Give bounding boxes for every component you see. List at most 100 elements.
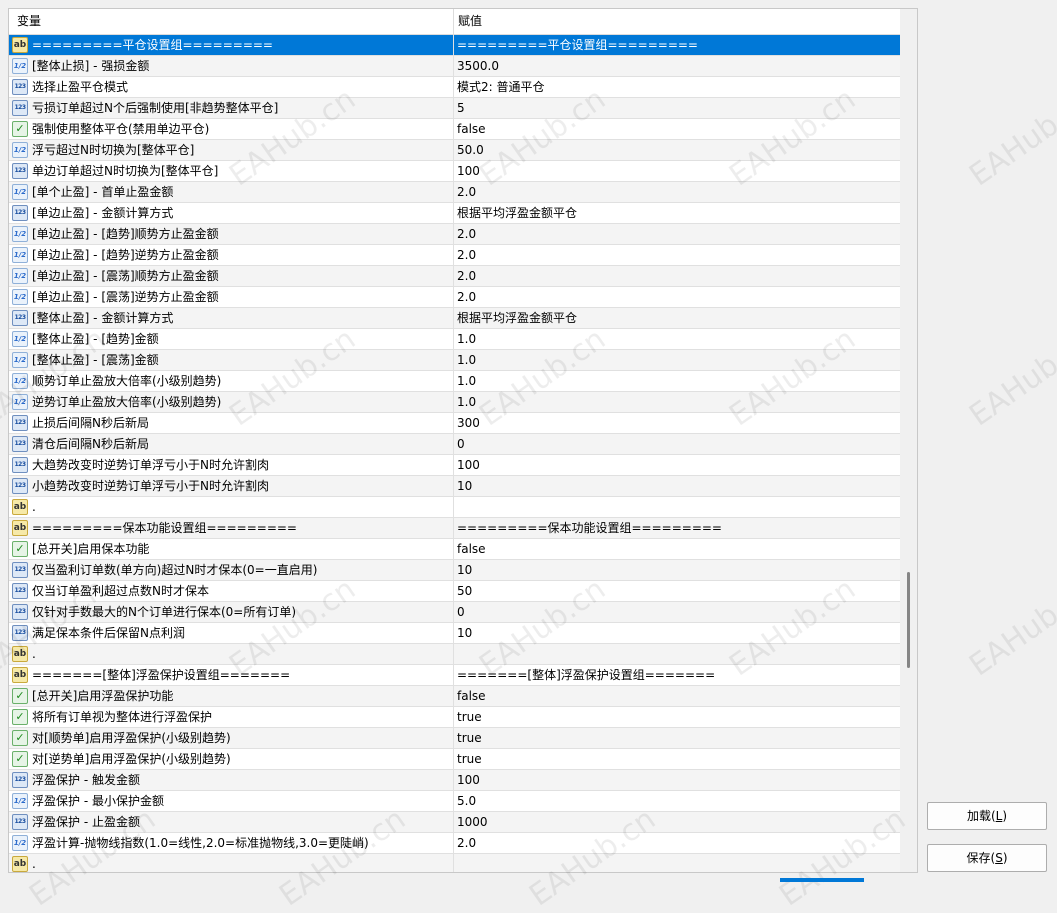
value-cell[interactable]: 根据平均浮盈金额平仓 xyxy=(454,203,577,223)
parameter-row[interactable]: ab =========平仓设置组========= =========平仓设置组=… xyxy=(9,35,900,56)
variable-cell[interactable]: 123 仅当订单盈利超过点数N时才保本 xyxy=(9,581,454,601)
variable-cell[interactable]: 1/2 浮亏超过N时切换为[整体平仓] xyxy=(9,140,454,160)
variable-cell[interactable]: ab =========平仓设置组========= xyxy=(9,35,454,55)
value-cell[interactable] xyxy=(454,854,457,872)
value-cell[interactable]: =========保本功能设置组========= xyxy=(454,518,722,538)
header-variable[interactable]: 变量 xyxy=(17,9,41,34)
parameter-row[interactable]: ✓ [总开关]启用浮盈保护功能 false xyxy=(9,686,900,707)
variable-cell[interactable]: 123 仅针对手数最大的N个订单进行保本(0=所有订单) xyxy=(9,602,454,622)
value-cell[interactable]: 5 xyxy=(454,98,465,118)
parameter-row[interactable]: 123 清仓后间隔N秒后新局 0 xyxy=(9,434,900,455)
parameter-row[interactable]: ✓ 对[顺势单]启用浮盈保护(小级别趋势) true xyxy=(9,728,900,749)
vertical-scrollbar[interactable] xyxy=(900,9,917,872)
variable-cell[interactable]: ✓ 将所有订单视为整体进行浮盈保护 xyxy=(9,707,454,727)
header-value[interactable]: 赋值 xyxy=(458,9,482,34)
save-button[interactable]: 保存(S) xyxy=(927,844,1047,872)
parameter-row[interactable]: ✓ 对[逆势单]启用浮盈保护(小级别趋势) true xyxy=(9,749,900,770)
variable-cell[interactable]: 1/2 逆势订单止盈放大倍率(小级别趋势) xyxy=(9,392,454,412)
value-cell[interactable]: 1.0 xyxy=(454,329,476,349)
variable-cell[interactable]: 123 大趋势改变时逆势订单浮亏小于N时允许割肉 xyxy=(9,455,454,475)
variable-cell[interactable]: 1/2 [单边止盈] - [震荡]逆势方止盈金额 xyxy=(9,287,454,307)
value-cell[interactable] xyxy=(454,497,457,517)
value-cell[interactable]: 2.0 xyxy=(454,245,476,265)
variable-cell[interactable]: ✓ 对[顺势单]启用浮盈保护(小级别趋势) xyxy=(9,728,454,748)
value-cell[interactable]: false xyxy=(454,686,486,706)
parameter-row[interactable]: 123 选择止盈平仓模式 模式2: 普通平仓 xyxy=(9,77,900,98)
scrollbar-thumb[interactable] xyxy=(907,572,910,668)
parameter-row[interactable]: ab =========保本功能设置组========= =========保本功能… xyxy=(9,518,900,539)
parameter-row[interactable]: 123 满足保本条件后保留N点利润 10 xyxy=(9,623,900,644)
value-cell[interactable]: =========平仓设置组========= xyxy=(454,35,698,55)
load-button[interactable]: 加载(L) xyxy=(927,802,1047,830)
value-cell[interactable]: 1.0 xyxy=(454,371,476,391)
parameter-row[interactable]: 123 仅当订单盈利超过点数N时才保本 50 xyxy=(9,581,900,602)
value-cell[interactable]: 10 xyxy=(454,623,472,643)
variable-cell[interactable]: ab =======[整体]浮盈保护设置组======= xyxy=(9,665,454,685)
parameter-row[interactable]: 123 小趋势改变时逆势订单浮亏小于N时允许割肉 10 xyxy=(9,476,900,497)
value-cell[interactable]: false xyxy=(454,119,486,139)
variable-cell[interactable]: 123 仅当盈利订单数(单方向)超过N时才保本(0=一直启用) xyxy=(9,560,454,580)
variable-cell[interactable]: 1/2 浮盈保护 - 最小保护金额 xyxy=(9,791,454,811)
parameter-row[interactable]: 1/2 顺势订单止盈放大倍率(小级别趋势) 1.0 xyxy=(9,371,900,392)
value-cell[interactable]: 模式2: 普通平仓 xyxy=(454,77,545,97)
parameter-row[interactable]: ✓ [总开关]启用保本功能 false xyxy=(9,539,900,560)
parameter-row[interactable]: 1/2 逆势订单止盈放大倍率(小级别趋势) 1.0 xyxy=(9,392,900,413)
variable-cell[interactable]: 1/2 [单边止盈] - [趋势]顺势方止盈金额 xyxy=(9,224,454,244)
value-cell[interactable]: 10 xyxy=(454,476,472,496)
variable-cell[interactable]: ✓ 强制使用整体平仓(禁用单边平仓) xyxy=(9,119,454,139)
variable-cell[interactable]: ab. xyxy=(9,497,454,517)
value-cell[interactable]: true xyxy=(454,728,482,748)
parameter-row[interactable]: 1/2 [单个止盈] - 首单止盈金额 2.0 xyxy=(9,182,900,203)
value-cell[interactable]: 2.0 xyxy=(454,287,476,307)
value-cell[interactable]: 100 xyxy=(454,455,480,475)
parameter-row[interactable]: ab =======[整体]浮盈保护设置组======= =======[整体]浮盈… xyxy=(9,665,900,686)
variable-cell[interactable]: 123 止损后间隔N秒后新局 xyxy=(9,413,454,433)
value-cell[interactable]: 2.0 xyxy=(454,182,476,202)
parameter-row[interactable]: 123 单边订单超过N时切换为[整体平仓] 100 xyxy=(9,161,900,182)
parameter-row[interactable]: 123 [整体止盈] - 金额计算方式 根据平均浮盈金额平仓 xyxy=(9,308,900,329)
variable-cell[interactable]: ab. xyxy=(9,854,454,872)
parameter-row[interactable]: ✓ 强制使用整体平仓(禁用单边平仓) false xyxy=(9,119,900,140)
parameter-row[interactable]: 123 浮盈保护 - 止盈金额 1000 xyxy=(9,812,900,833)
value-cell[interactable]: 0 xyxy=(454,602,465,622)
value-cell[interactable]: 2.0 xyxy=(454,833,476,853)
variable-cell[interactable]: 123 小趋势改变时逆势订单浮亏小于N时允许割肉 xyxy=(9,476,454,496)
variable-cell[interactable]: 123 单边订单超过N时切换为[整体平仓] xyxy=(9,161,454,181)
value-cell[interactable]: 50.0 xyxy=(454,140,484,160)
parameter-row[interactable]: 123 [单边止盈] - 金额计算方式 根据平均浮盈金额平仓 xyxy=(9,203,900,224)
variable-cell[interactable]: 1/2 [单个止盈] - 首单止盈金额 xyxy=(9,182,454,202)
variable-cell[interactable]: 1/2 [整体止损] - 强损金额 xyxy=(9,56,454,76)
value-cell[interactable]: 根据平均浮盈金额平仓 xyxy=(454,308,577,328)
variable-cell[interactable]: 123 [单边止盈] - 金额计算方式 xyxy=(9,203,454,223)
value-cell[interactable]: 2.0 xyxy=(454,266,476,286)
parameter-row[interactable]: 1/2 [单边止盈] - [趋势]逆势方止盈金额 2.0 xyxy=(9,245,900,266)
variable-cell[interactable]: 1/2 [单边止盈] - [趋势]逆势方止盈金额 xyxy=(9,245,454,265)
variable-cell[interactable]: 1/2 [整体止盈] - [趋势]金额 xyxy=(9,329,454,349)
value-cell[interactable]: 2.0 xyxy=(454,224,476,244)
value-cell[interactable]: 1.0 xyxy=(454,350,476,370)
parameter-row[interactable]: 1/2 浮盈保护 - 最小保护金额 5.0 xyxy=(9,791,900,812)
parameter-row[interactable]: 1/2 [整体止盈] - [震荡]金额 1.0 xyxy=(9,350,900,371)
variable-cell[interactable]: 1/2 浮盈计算-抛物线指数(1.0=线性,2.0=标准抛物线,3.0=更陡峭) xyxy=(9,833,454,853)
variable-cell[interactable]: ✓ [总开关]启用浮盈保护功能 xyxy=(9,686,454,706)
variable-cell[interactable]: 123 [整体止盈] - 金额计算方式 xyxy=(9,308,454,328)
value-cell[interactable]: 1000 xyxy=(454,812,488,832)
value-cell[interactable]: 100 xyxy=(454,161,480,181)
parameter-row[interactable]: ✓ 将所有订单视为整体进行浮盈保护 true xyxy=(9,707,900,728)
value-cell[interactable]: 5.0 xyxy=(454,791,476,811)
parameter-row[interactable]: ab. xyxy=(9,644,900,665)
value-cell[interactable]: 50 xyxy=(454,581,472,601)
variable-cell[interactable]: ab. xyxy=(9,644,454,664)
value-cell[interactable]: 100 xyxy=(454,770,480,790)
value-cell[interactable]: 0 xyxy=(454,434,465,454)
variable-cell[interactable]: 123 亏损订单超过N个后强制使用[非趋势整体平仓] xyxy=(9,98,454,118)
variable-cell[interactable]: 1/2 [整体止盈] - [震荡]金额 xyxy=(9,350,454,370)
parameter-row[interactable]: 1/2 [整体止盈] - [趋势]金额 1.0 xyxy=(9,329,900,350)
variable-cell[interactable]: ✓ [总开关]启用保本功能 xyxy=(9,539,454,559)
parameter-row[interactable]: 1/2 浮亏超过N时切换为[整体平仓] 50.0 xyxy=(9,140,900,161)
parameter-row[interactable]: 123 仅针对手数最大的N个订单进行保本(0=所有订单) 0 xyxy=(9,602,900,623)
parameter-row[interactable]: 123 浮盈保护 - 触发金额 100 xyxy=(9,770,900,791)
value-cell[interactable]: true xyxy=(454,749,482,769)
variable-cell[interactable]: 123 选择止盈平仓模式 xyxy=(9,77,454,97)
variable-cell[interactable]: 1/2 顺势订单止盈放大倍率(小级别趋势) xyxy=(9,371,454,391)
